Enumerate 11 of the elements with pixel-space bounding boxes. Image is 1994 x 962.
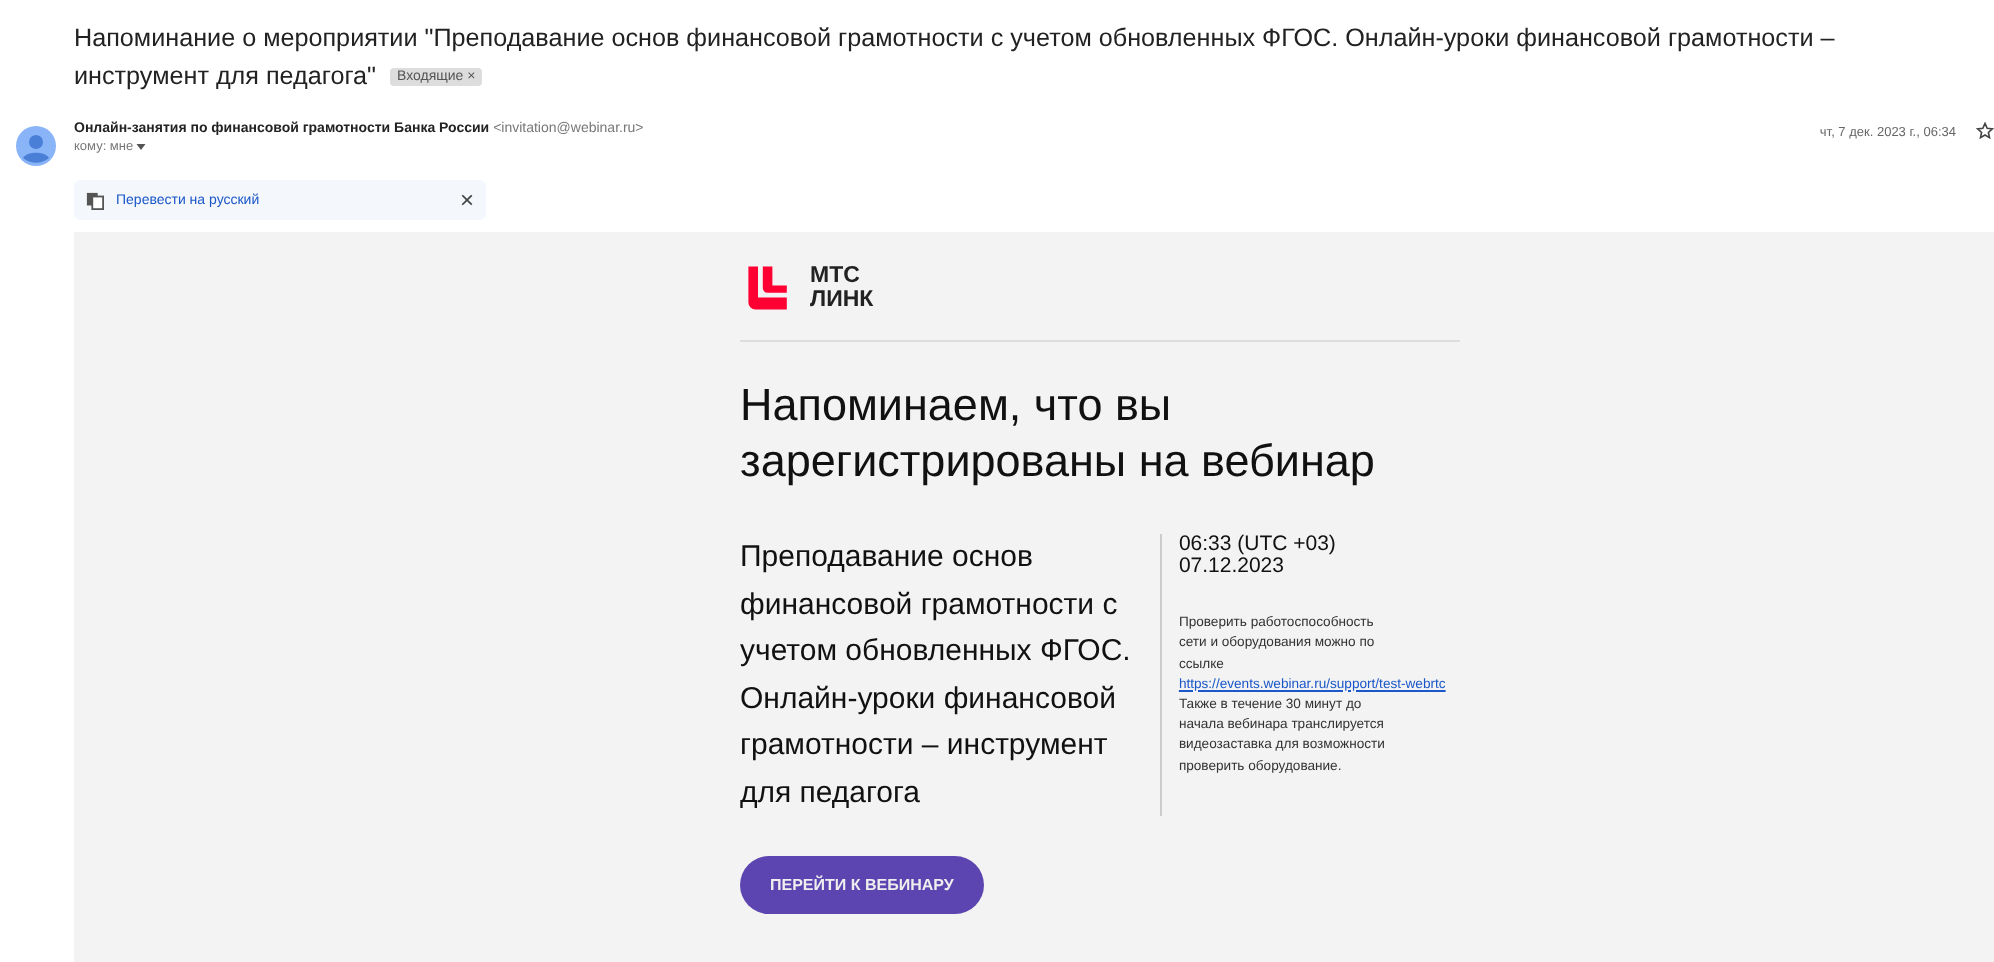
translate-icon <box>86 191 104 210</box>
star-icon[interactable] <box>1976 122 1994 141</box>
logo-text: МТС ЛИНК <box>810 264 874 313</box>
avatar-icon <box>16 126 56 167</box>
webinar-date: 07.12.2023 <box>1178 556 1284 579</box>
webinar-title: Преподавание основ финансовой грамотности с учетом обновленных ФГОС. Онлайн-уроки финансовой грамотности – инструмент для педагога <box>740 538 1133 814</box>
close-button[interactable]: × <box>459 190 474 211</box>
caret-icon <box>136 143 147 150</box>
join-button[interactable]: ПЕРЕЙТИ К ВЕБИНАРУ <box>740 856 984 915</box>
webinar-time: 06:33 (UTC +03) <box>1178 534 1338 557</box>
heading: Напоминаем, что вы зарегистрированы на вебинар <box>740 378 1377 491</box>
